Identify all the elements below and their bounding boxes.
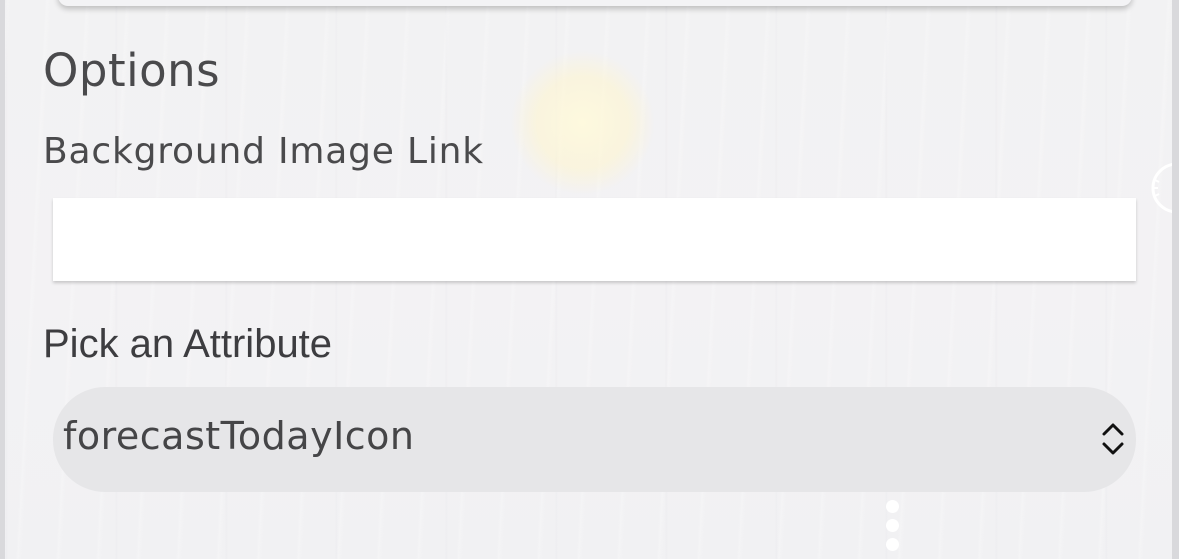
options-heading: Options bbox=[43, 44, 221, 97]
compass-icon[interactable] bbox=[1141, 160, 1172, 216]
attribute-select-value: forecastTodayIcon bbox=[63, 414, 415, 458]
chevron-up-down-icon bbox=[1102, 423, 1124, 455]
attribute-select[interactable]: forecastTodayIcon bbox=[53, 387, 1136, 492]
background-sun-glow bbox=[510, 50, 655, 195]
background-image-link-label: Background Image Link bbox=[43, 131, 484, 172]
pick-attribute-label: Pick an Attribute bbox=[43, 322, 333, 366]
options-panel: Options Background Image Link Pick an At… bbox=[5, 0, 1172, 559]
background-image-link-input[interactable] bbox=[53, 198, 1136, 281]
top-card bbox=[58, 0, 1132, 6]
more-vertical-icon[interactable] bbox=[882, 500, 902, 552]
